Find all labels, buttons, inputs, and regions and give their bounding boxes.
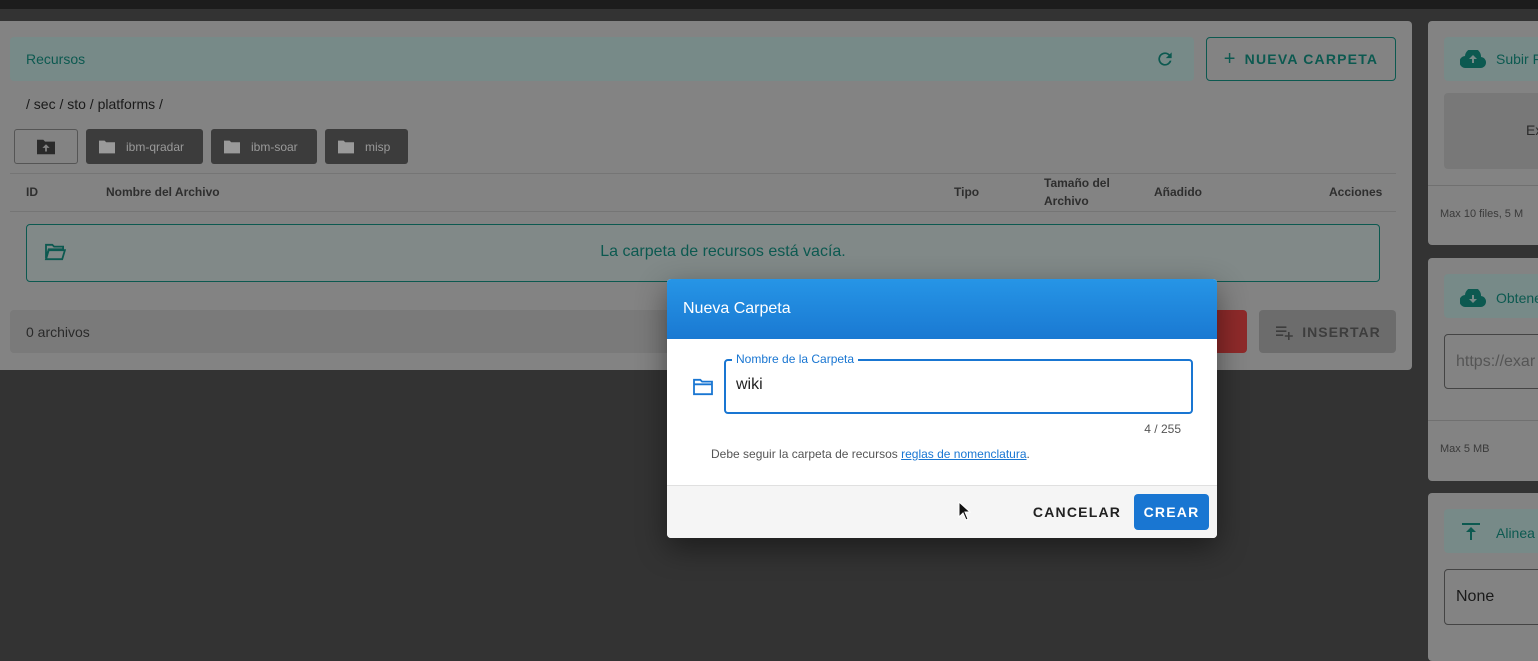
table-divider xyxy=(10,211,1396,212)
cloud-download-icon xyxy=(1460,289,1486,307)
column-header-actions: Acciones xyxy=(1329,185,1383,199)
empty-state-message: La carpeta de recursos está vacía. xyxy=(600,243,846,260)
naming-rules-link[interactable]: reglas de nomenclatura xyxy=(901,447,1026,461)
create-button[interactable]: CREAR xyxy=(1134,494,1209,530)
table-divider xyxy=(10,173,1396,174)
folder-icon xyxy=(99,140,115,153)
naming-hint: Debe seguir la carpeta de recursos regla… xyxy=(711,447,1030,461)
resources-toolbar xyxy=(10,37,1194,81)
folder-name-label: Nombre de la Carpeta xyxy=(732,352,859,366)
resources-title: Recursos xyxy=(26,51,86,67)
column-header-type[interactable]: Tipo xyxy=(954,185,979,199)
folder-chip-label: ibm-qradar xyxy=(126,139,185,154)
parent-folder-button[interactable] xyxy=(14,129,78,164)
cancel-button[interactable]: CANCELAR xyxy=(1029,495,1125,529)
divider xyxy=(1428,420,1538,421)
fetch-limit: Max 5 MB xyxy=(1440,443,1490,455)
mouse-cursor-icon xyxy=(958,501,972,521)
folder-icon xyxy=(338,140,354,153)
column-header-id[interactable]: ID xyxy=(26,185,38,199)
new-folder-button[interactable]: + NUEVA CARPETA xyxy=(1206,37,1396,81)
column-header-size-line1[interactable]: Tamaño del xyxy=(1044,176,1110,190)
character-counter: 4 / 255 xyxy=(1144,422,1181,436)
insert-button[interactable]: INSERTAR xyxy=(1259,310,1396,353)
folder-name-input[interactable] xyxy=(736,376,1176,394)
drop-zone-text: Ex xyxy=(1526,122,1538,138)
column-header-size-line2[interactable]: Archivo xyxy=(1044,194,1089,208)
fetch-label: Obtene xyxy=(1496,290,1538,306)
folder-outline-icon xyxy=(693,378,713,396)
naming-hint-text: Debe seguir la carpeta de recursos xyxy=(711,447,902,461)
fetch-card: Obtene https://exar Max 5 MB xyxy=(1428,258,1538,481)
divider xyxy=(1428,185,1538,186)
new-folder-dialog: Nueva Carpeta Nombre de la Carpeta 4 / 2… xyxy=(667,279,1217,538)
drop-zone[interactable] xyxy=(1444,93,1538,169)
playlist-add-icon xyxy=(1276,325,1294,340)
upload-limits: Max 10 files, 5 M xyxy=(1440,208,1524,220)
folder-chip[interactable]: ibm-qradar xyxy=(86,129,203,164)
align-card: Alinea None xyxy=(1428,493,1538,661)
naming-hint-suffix: . xyxy=(1026,447,1030,461)
align-select-value: None xyxy=(1456,588,1495,605)
url-placeholder: https://exar xyxy=(1456,353,1536,370)
align-top-icon xyxy=(1462,523,1480,540)
folder-chip[interactable]: misp xyxy=(325,129,408,164)
cloud-upload-icon xyxy=(1460,50,1486,68)
breadcrumb: / sec / sto / platforms / xyxy=(26,96,163,112)
insert-label: INSERTAR xyxy=(1302,323,1381,340)
plus-icon: + xyxy=(1223,48,1237,70)
refresh-icon[interactable] xyxy=(1155,49,1175,69)
column-header-added[interactable]: Añadido xyxy=(1154,185,1202,199)
upload-card: Subir F Ex Max 10 files, 5 M xyxy=(1428,21,1538,245)
column-header-name[interactable]: Nombre del Archivo xyxy=(106,185,220,199)
align-label: Alinea xyxy=(1496,525,1535,541)
upload-label: Subir F xyxy=(1496,51,1538,67)
folder-chip-label: ibm-soar xyxy=(251,139,298,154)
folder-chip-label: misp xyxy=(365,139,391,154)
folder-icon xyxy=(224,140,240,153)
folder-up-icon xyxy=(37,139,55,154)
new-folder-label: NUEVA CARPETA xyxy=(1244,51,1379,67)
file-count: 0 archivos xyxy=(26,324,90,340)
top-bar xyxy=(0,0,1538,9)
folder-chip[interactable]: ibm-soar xyxy=(211,129,317,164)
dialog-title: Nueva Carpeta xyxy=(667,279,1217,339)
